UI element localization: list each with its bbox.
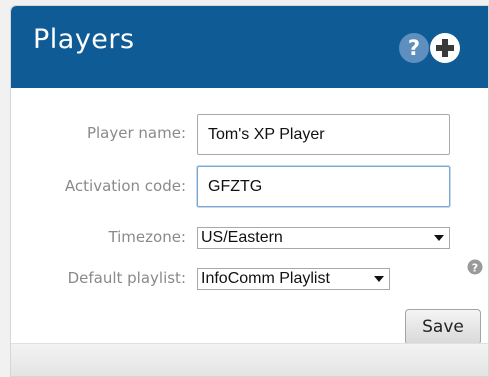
player-name-label: Player name: [86,124,186,142]
svg-text:?: ? [472,262,478,275]
panel-title: Players [33,24,135,55]
chevron-down-icon [434,235,444,241]
timezone-selected-value: US/Eastern [201,229,283,246]
timezone-select[interactable]: US/Eastern [197,227,450,249]
activation-code-label: Activation code: [64,177,186,195]
save-button[interactable]: Save [405,309,481,345]
svg-text:?: ? [408,36,420,60]
default-playlist-select[interactable]: InfoComm Playlist [197,268,390,290]
chevron-down-icon [374,276,384,282]
activation-code-input[interactable]: GFZTG [197,166,450,207]
default-playlist-label: Default playlist: [67,269,186,287]
player-name-input[interactable]: Tom's XP Player [197,114,450,155]
help-circle-icon[interactable]: ? [467,259,483,275]
help-circle-icon[interactable]: ? [398,32,430,64]
panel-header: Players ? [11,6,488,88]
timezone-label: Timezone: [108,228,186,246]
panel-footer [11,343,488,376]
players-panel: Players ? Player name: Tom's XP Player A… [10,5,489,377]
default-playlist-selected-value: InfoComm Playlist [201,270,330,287]
plus-circle-icon[interactable] [429,32,461,64]
